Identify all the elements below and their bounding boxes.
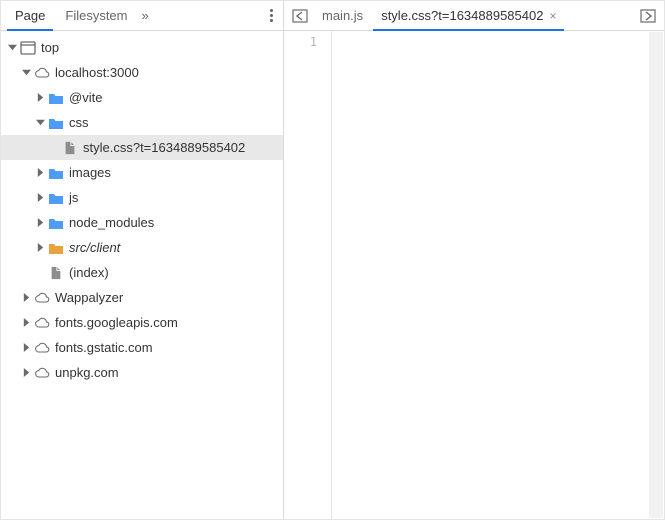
folder-icon	[47, 241, 65, 255]
tab-label: Filesystem	[65, 8, 127, 23]
tree-label: fonts.gstatic.com	[55, 340, 153, 355]
tree-label: localhost:3000	[55, 65, 139, 80]
chevron-right-icon[interactable]	[33, 93, 47, 102]
tree-node-css[interactable]: css	[1, 110, 283, 135]
cloud-icon	[33, 341, 51, 355]
vertical-scrollbar[interactable]	[649, 32, 663, 518]
tree-node-index[interactable]: (index)	[1, 260, 283, 285]
chevron-right-icon[interactable]	[33, 168, 47, 177]
tab-label: style.css?t=1634889585402	[381, 8, 543, 23]
tree-label: style.css?t=1634889585402	[83, 140, 245, 155]
tree-node-js[interactable]: js	[1, 185, 283, 210]
chevron-right-icon[interactable]	[33, 193, 47, 202]
tree-node-fontsgoogle[interactable]: fonts.googleapis.com	[1, 310, 283, 335]
cloud-icon	[33, 316, 51, 330]
tree-node-localhost[interactable]: localhost:3000	[1, 60, 283, 85]
frame-icon	[19, 41, 37, 55]
chevron-right-icon[interactable]	[19, 368, 33, 377]
sources-sidebar: Page Filesystem » top localhost:3000	[1, 1, 284, 519]
tree-node-wappalyzer[interactable]: Wappalyzer	[1, 285, 283, 310]
cloud-icon	[33, 66, 51, 80]
tree-label: images	[69, 165, 111, 180]
tab-page[interactable]: Page	[5, 1, 55, 30]
tree-node-unpkg[interactable]: unpkg.com	[1, 360, 283, 385]
line-gutter: 1	[284, 31, 332, 519]
chevron-right-icon[interactable]	[33, 218, 47, 227]
tree-label: unpkg.com	[55, 365, 119, 380]
tree-label: src/client	[69, 240, 120, 255]
editor-body: 1	[284, 31, 664, 519]
tree-label: top	[41, 40, 59, 55]
tree-label: node_modules	[69, 215, 154, 230]
tree-node-vite[interactable]: @vite	[1, 85, 283, 110]
editor-tabstrip: main.js style.css?t=1634889585402 ×	[284, 1, 664, 31]
file-icon	[47, 266, 65, 280]
editor-tab-stylecss[interactable]: style.css?t=1634889585402 ×	[373, 1, 564, 30]
folder-icon	[47, 91, 65, 105]
nav-forward-icon[interactable]	[636, 9, 660, 23]
chevron-down-icon[interactable]	[19, 68, 33, 77]
folder-icon	[47, 216, 65, 230]
folder-icon	[47, 166, 65, 180]
cloud-icon	[33, 366, 51, 380]
chevron-down-icon[interactable]	[5, 43, 19, 52]
chevron-right-icon[interactable]	[33, 243, 47, 252]
file-icon	[61, 141, 79, 155]
file-tree: top localhost:3000 @vite css	[1, 31, 283, 519]
tree-label: fonts.googleapis.com	[55, 315, 178, 330]
chevron-right-icon[interactable]	[19, 343, 33, 352]
kebab-menu-icon[interactable]	[260, 9, 283, 22]
tree-label: (index)	[69, 265, 109, 280]
folder-icon	[47, 116, 65, 130]
tree-node-top[interactable]: top	[1, 35, 283, 60]
line-number: 1	[284, 35, 317, 49]
tree-label: js	[69, 190, 78, 205]
chevron-down-icon[interactable]	[33, 118, 47, 127]
nav-back-icon[interactable]	[288, 9, 312, 23]
tree-node-nodemodules[interactable]: node_modules	[1, 210, 283, 235]
folder-icon	[47, 191, 65, 205]
sidebar-tabstrip: Page Filesystem »	[1, 1, 283, 31]
tree-label: @vite	[69, 90, 102, 105]
chevron-right-icon[interactable]	[19, 293, 33, 302]
tab-label: main.js	[322, 8, 363, 23]
editor-tab-mainjs[interactable]: main.js	[314, 1, 371, 30]
tree-node-srcclient[interactable]: src/client	[1, 235, 283, 260]
editor-pane: main.js style.css?t=1634889585402 × 1	[284, 1, 664, 519]
tree-node-stylecss[interactable]: style.css?t=1634889585402	[1, 135, 283, 160]
tree-label: Wappalyzer	[55, 290, 123, 305]
tab-filesystem[interactable]: Filesystem	[55, 1, 137, 30]
cloud-icon	[33, 291, 51, 305]
tree-label: css	[69, 115, 89, 130]
more-tabs-icon[interactable]: »	[138, 8, 153, 23]
code-area[interactable]	[332, 31, 664, 519]
tab-label: Page	[15, 8, 45, 23]
tree-node-images[interactable]: images	[1, 160, 283, 185]
close-icon[interactable]: ×	[549, 9, 556, 23]
chevron-right-icon[interactable]	[19, 318, 33, 327]
tree-node-fontsgstatic[interactable]: fonts.gstatic.com	[1, 335, 283, 360]
